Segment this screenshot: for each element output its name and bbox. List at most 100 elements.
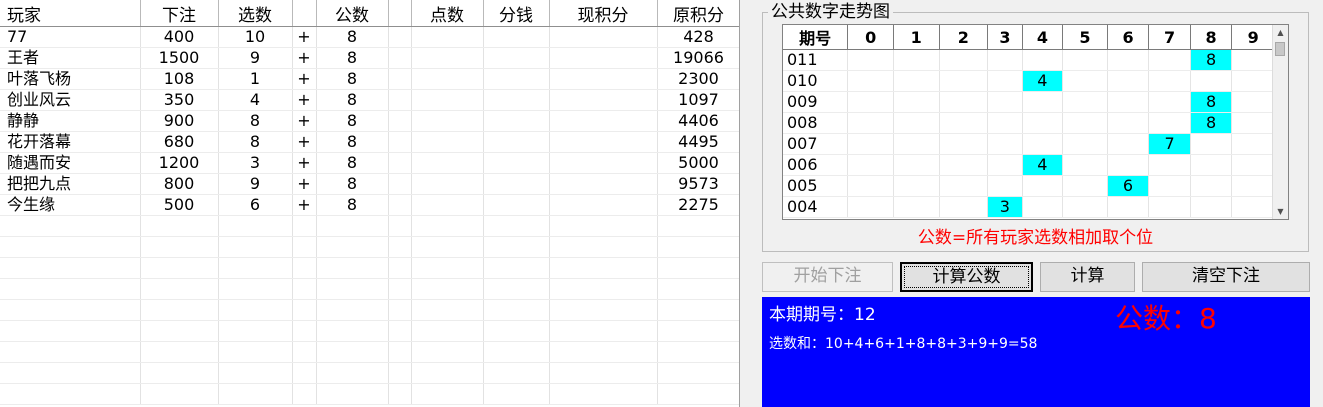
cell-current[interactable] — [549, 26, 658, 48]
cell-pick[interactable]: 8 — [218, 110, 293, 132]
cell-pub[interactable]: 8 — [316, 110, 389, 132]
trend-digit-cell[interactable] — [847, 175, 894, 197]
col-header-blank[interactable] — [388, 0, 412, 27]
cell-bet[interactable]: 800 — [140, 173, 219, 195]
cell-empty[interactable] — [388, 320, 412, 342]
cell-empty[interactable] — [483, 362, 550, 384]
cell-empty[interactable] — [0, 341, 141, 363]
start-bet-button[interactable]: 开始下注 — [762, 262, 893, 292]
trend-digit-cell[interactable] — [1022, 91, 1064, 113]
trend-digit-cell[interactable] — [893, 49, 940, 71]
cell-op[interactable]: + — [292, 26, 317, 48]
cell-op[interactable]: + — [292, 152, 317, 174]
cell-empty[interactable] — [292, 362, 317, 384]
trend-digit-cell[interactable] — [1231, 133, 1275, 155]
col-header-player[interactable]: 玩家 — [0, 0, 141, 27]
trend-digit-cell[interactable] — [1062, 70, 1108, 92]
cell-orig[interactable]: 428 — [657, 26, 739, 48]
cell-points[interactable] — [411, 89, 484, 111]
cell-empty[interactable] — [549, 383, 658, 405]
cell-orig[interactable]: 1097 — [657, 89, 739, 111]
table-row[interactable]: 把把九点 800 9 +8 9573 — [0, 173, 739, 195]
cell-player[interactable]: 王者 — [0, 47, 141, 69]
trend-digit-cell[interactable] — [1231, 49, 1275, 71]
table-row-empty[interactable] — [0, 299, 739, 321]
scroll-thumb[interactable] — [1275, 42, 1285, 56]
trend-col-header-digit[interactable]: 5 — [1062, 25, 1108, 50]
cell-op[interactable]: + — [292, 173, 317, 195]
trend-digit-cell[interactable] — [1107, 49, 1150, 71]
cell-pub[interactable]: 8 — [316, 194, 389, 216]
trend-col-header-digit[interactable]: 1 — [893, 25, 940, 50]
cell-pub[interactable]: 8 — [316, 47, 389, 69]
cell-points[interactable] — [411, 47, 484, 69]
cell-player[interactable]: 花开落幕 — [0, 131, 141, 153]
trend-digit-cell[interactable] — [1022, 133, 1064, 155]
cell-empty[interactable] — [218, 362, 293, 384]
table-row-empty[interactable] — [0, 341, 739, 363]
cell-op[interactable]: + — [292, 194, 317, 216]
trend-digit-cell[interactable] — [893, 70, 940, 92]
trend-digit-cell[interactable] — [1107, 133, 1150, 155]
cell-empty[interactable] — [316, 362, 389, 384]
trend-digit-cell[interactable] — [1231, 175, 1275, 197]
trend-hit-cell[interactable]: 4 — [1022, 70, 1064, 92]
cell-payout[interactable] — [483, 173, 550, 195]
trend-period-cell[interactable]: 005 — [783, 175, 849, 197]
trend-digit-cell[interactable] — [1062, 91, 1108, 113]
trend-digit-cell[interactable] — [939, 112, 989, 134]
trend-digit-cell[interactable] — [1231, 70, 1275, 92]
cell-empty[interactable] — [316, 320, 389, 342]
cell-empty[interactable] — [0, 362, 141, 384]
cell-points[interactable] — [411, 194, 484, 216]
cell-current[interactable] — [549, 131, 658, 153]
table-row-empty[interactable] — [0, 257, 739, 279]
cell-empty[interactable] — [411, 257, 484, 279]
cell-empty[interactable] — [218, 299, 293, 321]
cell-bet[interactable]: 500 — [140, 194, 219, 216]
trend-digit-cell[interactable] — [1231, 91, 1275, 113]
cell-empty[interactable] — [0, 257, 141, 279]
cell-empty[interactable] — [483, 215, 550, 237]
cell-empty[interactable] — [411, 341, 484, 363]
trend-row[interactable]: 005 6 — [783, 175, 1275, 197]
trend-digit-cell[interactable] — [1190, 154, 1233, 176]
cell-empty[interactable] — [411, 278, 484, 300]
cell-empty[interactable] — [140, 215, 219, 237]
trend-digit-cell[interactable] — [987, 154, 1023, 176]
cell-empty[interactable] — [388, 236, 412, 258]
cell-empty[interactable] — [218, 257, 293, 279]
cell-empty[interactable] — [140, 278, 219, 300]
trend-col-header-digit[interactable]: 2 — [939, 25, 989, 50]
table-row[interactable]: 随遇而安 1200 3 +8 5000 — [0, 152, 739, 174]
cell-bet[interactable]: 1500 — [140, 47, 219, 69]
cell-blank[interactable] — [388, 131, 412, 153]
cell-current[interactable] — [549, 173, 658, 195]
trend-row[interactable]: 006 4 — [783, 154, 1275, 176]
trend-digit-cell[interactable] — [1148, 49, 1191, 71]
trend-col-header-digit[interactable]: 3 — [987, 25, 1023, 50]
cell-points[interactable] — [411, 26, 484, 48]
cell-current[interactable] — [549, 152, 658, 174]
cell-pub[interactable]: 8 — [316, 131, 389, 153]
cell-points[interactable] — [411, 131, 484, 153]
cell-empty[interactable] — [483, 299, 550, 321]
trend-digit-cell[interactable] — [847, 154, 894, 176]
trend-digit-cell[interactable] — [1231, 154, 1275, 176]
cell-blank[interactable] — [388, 89, 412, 111]
trend-hit-cell[interactable]: 8 — [1190, 112, 1233, 134]
trend-row[interactable]: 011 8 — [783, 49, 1275, 71]
trend-digit-cell[interactable] — [1190, 196, 1233, 218]
table-row[interactable]: 创业风云 350 4 +8 1097 — [0, 89, 739, 111]
cell-empty[interactable] — [292, 341, 317, 363]
cell-orig[interactable]: 4406 — [657, 110, 739, 132]
trend-digit-cell[interactable] — [1190, 70, 1233, 92]
col-header-current-score[interactable]: 现积分 — [549, 0, 658, 27]
trend-period-cell[interactable]: 010 — [783, 70, 849, 92]
table-row-empty[interactable] — [0, 362, 739, 384]
trend-digit-cell[interactable] — [1190, 175, 1233, 197]
cell-current[interactable] — [549, 68, 658, 90]
cell-blank[interactable] — [388, 173, 412, 195]
cell-empty[interactable] — [140, 341, 219, 363]
cell-bet[interactable]: 350 — [140, 89, 219, 111]
